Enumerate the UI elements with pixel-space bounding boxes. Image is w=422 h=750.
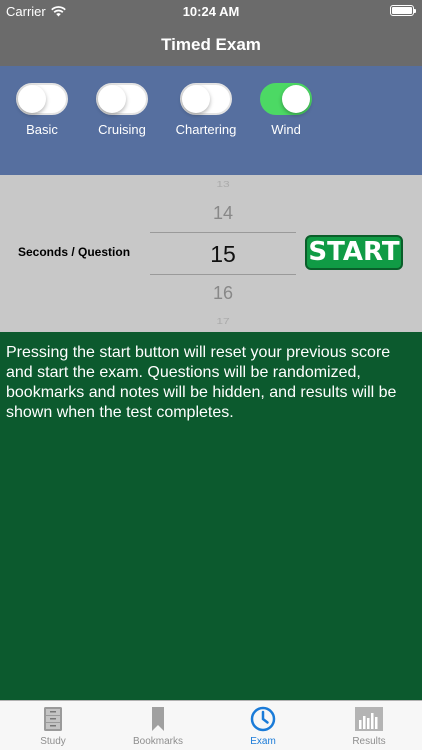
seconds-picker[interactable]: 13 14 15 16 17 (150, 175, 296, 332)
page-title: Timed Exam (161, 35, 261, 54)
toggle-label: Wind (271, 122, 301, 137)
cruising-toggle[interactable] (96, 83, 148, 115)
toggle-label: Basic (26, 122, 58, 137)
picker-selected-value[interactable]: 15 (150, 241, 296, 268)
toggle-item-chartering: Chartering (164, 83, 248, 137)
exam-instructions: Pressing the start button will reset you… (6, 344, 397, 421)
bar-chart-icon (355, 707, 383, 731)
status-bar: Carrier 10:24 AM (0, 0, 422, 22)
clock-icon (250, 706, 276, 732)
info-panel: Pressing the start button will reset you… (0, 332, 422, 700)
nav-bar: Timed Exam (0, 22, 422, 66)
tab-study[interactable]: Study (8, 706, 98, 747)
status-time: 10:24 AM (182, 4, 240, 19)
picker-option[interactable]: 17 (150, 316, 296, 326)
tab-bar: Study Bookmarks Exam Results (0, 700, 422, 750)
toggle-item-cruising: Cruising (80, 83, 164, 137)
tab-results[interactable]: Results (324, 706, 414, 747)
basic-toggle[interactable] (16, 83, 68, 115)
picker-option[interactable]: 16 (150, 283, 296, 304)
picker-selection-divider (150, 232, 296, 233)
wind-toggle[interactable] (260, 83, 312, 115)
toggle-label: Chartering (175, 122, 237, 137)
picker-selection-divider (150, 274, 296, 275)
category-toggle-panel: Basic Cruising Chartering Wind (0, 66, 422, 175)
cabinet-icon (44, 707, 62, 731)
tab-exam[interactable]: Exam (218, 706, 308, 747)
tab-bookmarks[interactable]: Bookmarks (113, 706, 203, 747)
picker-option[interactable]: 14 (150, 203, 296, 224)
picker-option[interactable]: 13 (150, 179, 296, 189)
toggle-label: Cruising (98, 122, 146, 137)
tab-label: Results (352, 736, 386, 747)
bookmark-icon (152, 707, 164, 731)
tab-label: Study (40, 736, 66, 747)
chartering-toggle[interactable] (180, 83, 232, 115)
timer-picker-panel: Seconds / Question 13 14 15 16 17 START (0, 175, 422, 332)
seconds-per-question-label: Seconds / Question (18, 245, 131, 259)
start-button[interactable]: START (305, 235, 403, 270)
battery-icon (390, 5, 416, 16)
toggle-item-wind: Wind (244, 83, 328, 137)
tab-label: Bookmarks (132, 736, 183, 747)
toggle-item-basic: Basic (0, 83, 84, 137)
tab-label: Exam (250, 736, 276, 747)
